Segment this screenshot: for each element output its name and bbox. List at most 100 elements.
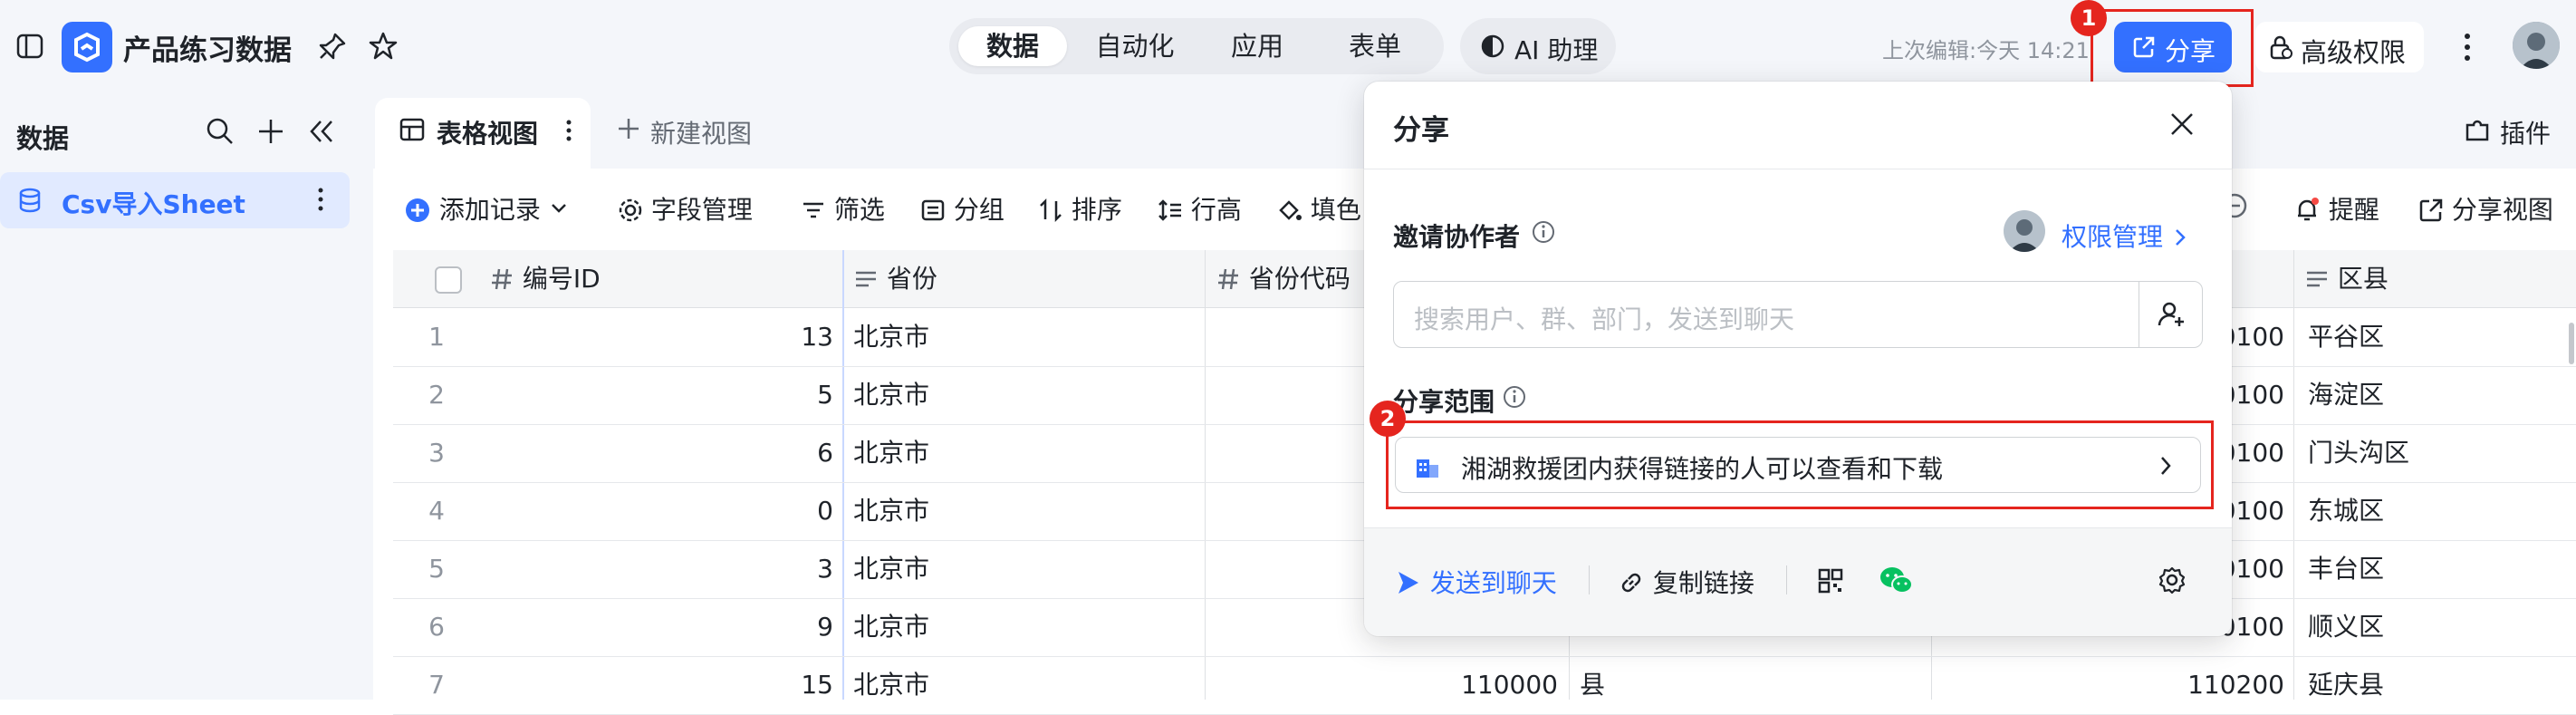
district-cell[interactable]: 平谷区 [2308,308,2562,366]
send-to-chat-label: 发送到聊天 [1429,568,1557,598]
tab-grid-view-label: 表格视图 [437,119,539,149]
county-cell[interactable]: 县 [1580,656,1924,714]
add-circle-icon [406,198,429,222]
province-cell[interactable]: 北京市 [853,540,1197,598]
field-manage-button[interactable]: 字段管理 [618,190,753,227]
province-cell[interactable]: 北京市 [853,308,1197,366]
column-header-id[interactable]: 编号ID [489,250,842,308]
sort-icon [1040,198,1062,223]
tab-data[interactable]: 数据 [958,26,1067,66]
column-header-label: 省份代码 [1248,264,1350,294]
filter-button[interactable]: 筛选 [801,190,885,227]
info-icon[interactable] [1502,384,1527,410]
tab-automation[interactable]: 自动化 [1076,26,1194,66]
sort-label: 排序 [1071,195,1122,225]
column-divider [2293,250,2294,700]
permission-manage-link[interactable]: 权限管理 [2062,217,2189,254]
fill-color-button[interactable]: 填色 [1277,190,1361,227]
province-cell[interactable]: 北京市 [853,366,1197,424]
pin-icon[interactable] [317,31,348,62]
wechat-icon[interactable] [1879,565,1915,596]
district-cell[interactable]: 海淀区 [2308,366,2562,424]
district-cell[interactable]: 顺义区 [2308,598,2562,656]
share-label: 分享 [2165,36,2216,66]
row-number-cell[interactable]: 5 [393,540,480,598]
copy-link-button[interactable]: 复制链接 [1618,564,1754,600]
ai-label: AI 助理 [1514,35,1599,65]
row-number-cell[interactable]: 4 [393,482,480,540]
id-cell[interactable]: 6 [489,424,833,482]
id-cell[interactable]: 3 [489,540,833,598]
bell-icon [2298,198,2319,221]
settings-gear-icon[interactable] [2158,565,2187,594]
row-height-label: 行高 [1190,195,1242,225]
scrollbar-thumb[interactable] [2569,323,2574,364]
share-button[interactable]: 分享 [2114,22,2232,72]
id-cell[interactable]: 15 [489,656,833,714]
tab-apps[interactable]: 应用 [1203,26,1312,66]
district-cell[interactable]: 东城区 [2308,482,2562,540]
tab-more-icon[interactable] [562,116,576,145]
row-number-cell[interactable]: 7 [393,656,480,714]
qr-code-icon[interactable] [1817,567,1844,594]
tab-grid-view[interactable]: 表格视图 [375,98,591,169]
column-header-district[interactable]: 区县 [2304,250,2558,308]
id-cell[interactable]: 9 [489,598,833,656]
search-icon[interactable] [205,116,235,147]
send-to-chat-button[interactable]: 发送到聊天 [1395,564,1557,600]
item-more-icon[interactable] [312,183,330,216]
advanced-permission-button[interactable]: 高级权限 [2255,22,2424,72]
chevron-right-icon [2176,229,2186,246]
row-number-cell[interactable]: 3 [393,424,480,482]
row-number-cell[interactable]: 6 [393,598,480,656]
ai-assistant-button[interactable]: AI 助理 [1460,18,1616,74]
document-title[interactable]: 产品练习数据 [123,27,292,68]
row-number-cell[interactable]: 2 [393,366,480,424]
last-edit-time: 上次编辑:今天 14:21 [1882,38,2090,63]
remind-label: 提醒 [2328,195,2379,225]
group-button[interactable]: 分组 [920,190,1004,227]
invite-search-input[interactable]: 搜索用户、群、部门，发送到聊天 [1393,281,2203,348]
add-record-button[interactable]: 添加记录 [404,190,569,227]
province-cell[interactable]: 北京市 [853,424,1197,482]
province-cell[interactable]: 北京市 [853,598,1197,656]
row-number-cell[interactable]: 1 [393,308,480,366]
frozen-column-divider [842,250,844,700]
chevron-down-icon [551,204,566,213]
star-icon[interactable] [368,31,399,62]
district-cell[interactable]: 丰台区 [2308,540,2562,598]
user-avatar[interactable] [2513,22,2560,69]
sort-button[interactable]: 排序 [1038,190,1122,227]
share-view-button[interactable]: 分享视图 [2418,190,2553,227]
plugin-icon [2464,116,2491,143]
select-all-checkbox[interactable] [435,266,462,294]
province-cell[interactable]: 北京市 [853,482,1197,540]
tab-forms[interactable]: 表单 [1321,26,1429,66]
province-cell[interactable]: 北京市 [853,656,1197,714]
row-height-button[interactable]: 行高 [1158,190,1242,227]
id-cell[interactable]: 13 [489,308,833,366]
more-icon[interactable] [2456,29,2478,65]
gear-icon [619,198,642,222]
add-member-icon[interactable] [2157,300,2186,329]
organization-icon [1414,452,1441,479]
district-cell[interactable]: 门头沟区 [2308,424,2562,482]
plugin-label: 插件 [2500,119,2552,149]
sidebar-toggle-icon[interactable] [16,33,43,60]
add-icon[interactable] [255,116,286,147]
column-header-province[interactable]: 省份 [853,250,1197,308]
code-cell[interactable]: 110200 [1942,656,2284,714]
share-scope-selector[interactable]: 湘湖救援团内获得链接的人可以查看和下载 [1395,437,2201,493]
grid-icon [399,116,426,143]
sidebar-item-csv-sheet[interactable]: Csv导入Sheet [0,172,350,228]
close-icon[interactable] [2168,111,2196,138]
remind-button[interactable]: 提醒 [2293,190,2379,227]
id-cell[interactable]: 0 [489,482,833,540]
collapse-icon[interactable] [306,116,337,147]
province-code-cell[interactable]: 110000 [1216,656,1558,714]
info-icon[interactable] [1531,219,1556,245]
id-cell[interactable]: 5 [489,366,833,424]
column-header-label: 编号ID [522,264,601,294]
step-badge-2: 2 [1370,401,1406,437]
district-cell[interactable]: 延庆县 [2308,656,2562,714]
